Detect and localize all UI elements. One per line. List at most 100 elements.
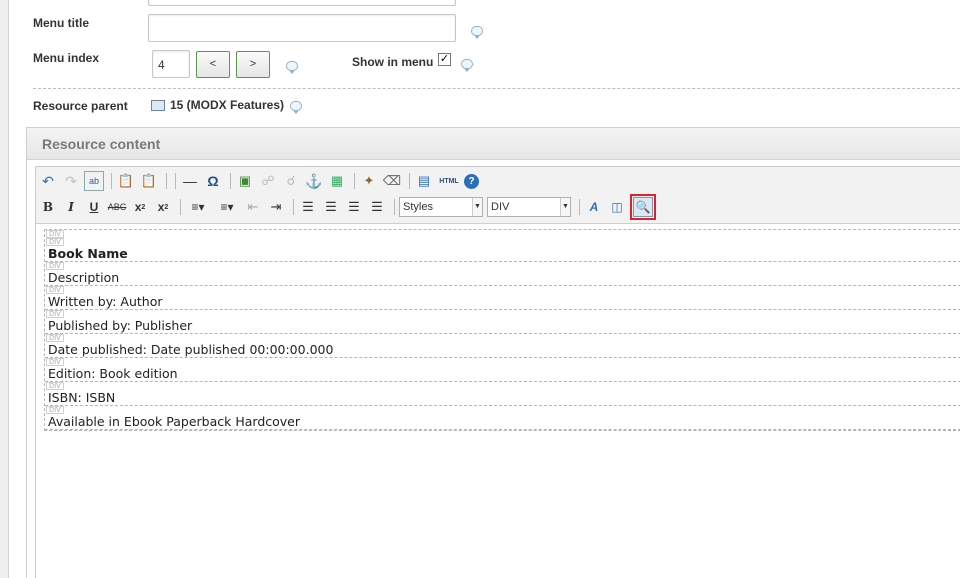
separator — [33, 88, 960, 89]
unlink-icon[interactable]: ☌ — [281, 171, 301, 191]
toolbar-divider — [111, 173, 112, 189]
menu-index-value: 4 — [158, 58, 165, 72]
toolbar-divider — [394, 199, 395, 215]
menu-index-input[interactable]: 4 — [152, 50, 190, 78]
paste-word-icon[interactable]: 📋 — [139, 171, 159, 191]
toolbar-row-1: ↶ ↷ ab 📋 📋 — Ω ▣ ☍ ☌ ⚓ ▦ ✦ ⌫ ▤ HTML ? — [38, 170, 482, 192]
align-center-icon[interactable]: ☰ — [321, 197, 341, 217]
remove-format-icon[interactable]: ⌫ — [382, 171, 402, 191]
rich-text-editor[interactable]: ↶ ↷ ab 📋 📋 — Ω ▣ ☍ ☌ ⚓ ▦ ✦ ⌫ ▤ HTML ? B … — [35, 166, 960, 578]
editor-toolbar: ↶ ↷ ab 📋 📋 — Ω ▣ ☍ ☌ ⚓ ▦ ✦ ⌫ ▤ HTML ? B … — [36, 167, 960, 224]
panel-title: Resource content — [27, 128, 960, 160]
menu-title-input[interactable] — [148, 14, 456, 42]
show-in-menu-help-icon[interactable] — [461, 59, 473, 72]
toolbar-divider — [230, 173, 231, 189]
paste-text-icon[interactable]: 📋 — [116, 171, 136, 191]
left-edge — [0, 0, 9, 578]
inner-div-block: DIV Date published: Date published 00:00… — [45, 334, 960, 358]
chevron-down-icon: ▼ — [560, 198, 570, 216]
resource-content-panel: Resource content ↶ ↷ ab 📋 📋 — Ω ▣ ☍ ☌ ⚓ … — [26, 127, 960, 578]
show-in-menu-label: Show in menu — [352, 55, 434, 69]
format-select[interactable]: DIV ▼ — [487, 197, 571, 217]
menu-title-help-icon[interactable] — [471, 26, 483, 39]
toolbar-divider — [180, 199, 181, 215]
outer-div-block: DIV DIV Book Name DIV Description DIV Wr… — [44, 229, 960, 431]
resource-parent-label: Resource parent — [33, 99, 128, 113]
preview-icon[interactable]: 🔍 — [633, 197, 653, 217]
preview-button-highlight: 🔍 — [630, 194, 656, 220]
menu-index-help-icon[interactable] — [286, 61, 298, 74]
div-tag-label: DIV — [46, 230, 64, 238]
underline-button[interactable]: U — [84, 197, 104, 217]
help-icon[interactable]: ? — [464, 173, 479, 189]
menu-index-next-button[interactable]: > — [236, 51, 270, 78]
content-line: ISBN: ISBN — [48, 390, 116, 405]
inner-div-block: DIV Available in Ebook Paperback Hardcov… — [45, 406, 960, 430]
div-tag-label: DIV — [46, 334, 64, 342]
content-line: Written by: Author — [48, 294, 163, 309]
div-tag-label: DIV — [46, 382, 64, 390]
text-color-icon[interactable]: A — [584, 197, 604, 217]
folder-icon — [151, 99, 165, 111]
inner-div-block: DIV ISBN: ISBN — [45, 382, 960, 406]
content-line: Date published: Date published 00:00:00.… — [48, 342, 334, 357]
resource-parent-help-icon[interactable] — [290, 101, 302, 114]
toolbar-divider — [175, 173, 176, 189]
toolbar-divider — [166, 173, 167, 189]
styles-select[interactable]: Styles ▼ — [399, 197, 483, 217]
content-line: Edition: Book edition — [48, 366, 178, 381]
div-tag-label: DIV — [46, 406, 64, 414]
toolbar-divider — [354, 173, 355, 189]
editor-content[interactable]: DIV DIV Book Name DIV Description DIV Wr… — [44, 229, 960, 431]
top-field[interactable] — [148, 0, 456, 6]
outdent-icon[interactable]: ⇤ — [243, 197, 263, 217]
inner-div-block: DIV Written by: Author — [45, 286, 960, 310]
template-icon[interactable]: ◫ — [607, 197, 627, 217]
show-in-menu-checkbox[interactable]: ✓ — [438, 53, 451, 66]
bullet-list-icon[interactable]: ≡▾ — [185, 197, 211, 217]
resource-parent-value[interactable]: 15 (MODX Features) — [151, 98, 284, 112]
find-replace-icon[interactable]: ab — [84, 171, 104, 191]
numbered-list-icon[interactable]: ≡▾ — [214, 197, 240, 217]
bold-button[interactable]: B — [38, 197, 58, 217]
align-left-icon[interactable]: ☰ — [298, 197, 318, 217]
toolbar-divider — [293, 199, 294, 215]
div-tag-label: DIV — [46, 238, 64, 246]
toolbar-row-2: B I U ABC x2 x2 ≡▾ ≡▾ ⇤ ⇥ ☰ ☰ ☰ ☰ Styles — [38, 194, 656, 220]
toolbar-divider — [579, 199, 580, 215]
content-line: Available in Ebook Paperback Hardcover — [48, 414, 301, 429]
redo-icon[interactable]: ↷ — [61, 171, 81, 191]
insert-image-icon[interactable]: ▣ — [235, 171, 255, 191]
superscript-button[interactable]: x2 — [153, 197, 173, 217]
resource-parent-text: 15 (MODX Features) — [170, 98, 285, 112]
inner-div-block: DIV Description — [45, 262, 960, 286]
cleanup-icon[interactable]: ✦ — [359, 171, 379, 191]
indent-icon[interactable]: ⇥ — [266, 197, 286, 217]
inner-div-block: DIV Edition: Book edition — [45, 358, 960, 382]
content-line: Published by: Publisher — [48, 318, 193, 333]
div-tag-label: DIV — [46, 262, 64, 270]
italic-button[interactable]: I — [61, 197, 81, 217]
special-character-icon[interactable]: Ω — [203, 171, 223, 191]
horizontal-rule-icon[interactable]: — — [180, 171, 200, 191]
insert-media-icon[interactable]: ▦ — [327, 171, 347, 191]
chevron-down-icon: ▼ — [472, 198, 482, 216]
content-line: Description — [48, 270, 120, 285]
div-tag-label: DIV — [46, 358, 64, 366]
menu-index-prev-button[interactable]: < — [196, 51, 230, 78]
content-line: Book Name — [48, 246, 128, 261]
toolbar-divider — [409, 173, 410, 189]
html-source-button[interactable]: HTML — [437, 171, 461, 191]
align-right-icon[interactable]: ☰ — [344, 197, 364, 217]
div-tag-label: DIV — [46, 310, 64, 318]
undo-icon[interactable]: ↶ — [38, 171, 58, 191]
visual-aid-icon[interactable]: ▤ — [414, 171, 434, 191]
inner-div-block: DIV Book Name — [45, 238, 960, 262]
menu-title-label: Menu title — [33, 16, 89, 30]
div-tag-label: DIV — [46, 286, 64, 294]
subscript-button[interactable]: x2 — [130, 197, 150, 217]
align-justify-icon[interactable]: ☰ — [367, 197, 387, 217]
anchor-icon[interactable]: ⚓ — [304, 171, 324, 191]
insert-link-icon[interactable]: ☍ — [258, 171, 278, 191]
strikethrough-button[interactable]: ABC — [107, 197, 127, 217]
